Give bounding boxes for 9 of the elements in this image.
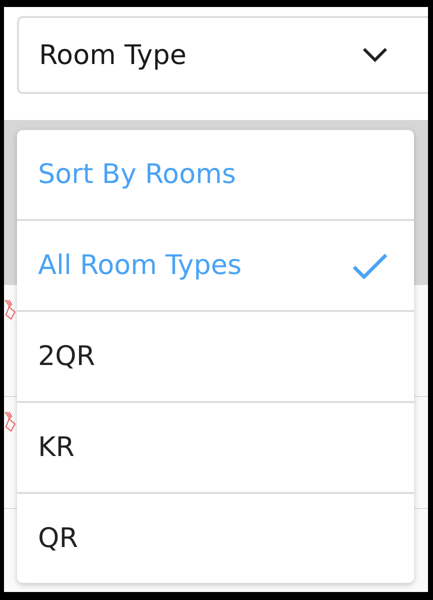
chevron-down-icon <box>362 47 388 63</box>
broom-icon <box>4 411 18 433</box>
menu-header: Sort By Rooms <box>17 130 414 221</box>
room-type-select[interactable]: Room Type <box>17 16 428 94</box>
menu-item[interactable]: 2QR <box>17 312 414 403</box>
broom-icon <box>4 299 18 321</box>
checkmark-icon <box>352 252 388 278</box>
menu-item[interactable]: QR <box>17 494 414 583</box>
menu-item[interactable]: KR <box>17 403 414 494</box>
